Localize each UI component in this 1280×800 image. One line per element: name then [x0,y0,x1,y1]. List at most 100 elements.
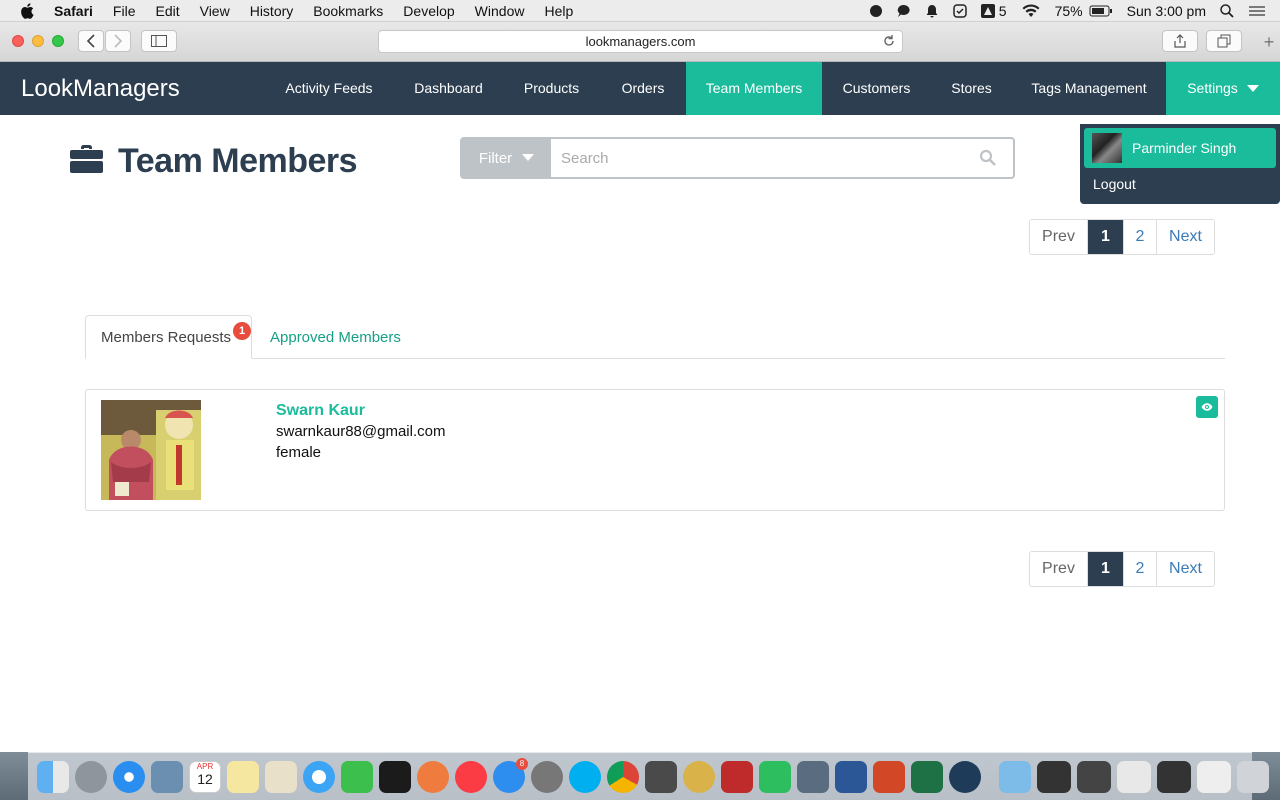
menu-view[interactable]: View [200,0,230,22]
member-gender: female [276,444,322,461]
tabs-overview-button[interactable] [1206,30,1242,52]
nav-orders[interactable]: Orders [600,62,686,115]
pagination-page-1[interactable]: 1 [1087,552,1123,586]
sublime-text-icon[interactable] [645,760,677,793]
wifi-icon[interactable] [1021,4,1041,18]
contacts-icon[interactable] [265,760,297,793]
new-tab-button[interactable]: + [1258,22,1280,62]
minimized-window-icon[interactable] [1197,760,1231,793]
calendar-icon[interactable]: APR 12 [189,760,221,793]
settings-label: Settings [1187,80,1238,96]
minimized-window-icon[interactable] [1117,760,1151,793]
safari-icon[interactable] [113,760,145,793]
menu-history[interactable]: History [250,0,294,22]
notification-center-icon[interactable] [1248,4,1266,18]
search-icon[interactable] [979,149,997,167]
launchpad-icon[interactable] [75,760,107,793]
menu-file[interactable]: File [113,0,136,22]
filezilla-icon[interactable] [721,760,753,793]
preview-icon[interactable] [151,760,183,793]
reload-icon[interactable] [882,34,896,48]
pagination-next[interactable]: Next [1156,552,1214,586]
messages-icon[interactable] [303,760,335,793]
pagination-page-2[interactable]: 2 [1123,220,1156,254]
terminal-icon[interactable] [379,760,411,793]
minimized-window-icon[interactable] [1037,760,1071,793]
skype-icon[interactable] [569,760,601,793]
evernote-icon[interactable] [759,760,791,793]
sequel-pro-icon[interactable] [683,760,715,793]
zoom-window-button[interactable] [52,35,64,47]
close-window-button[interactable] [12,35,24,47]
menu-app-name[interactable]: Safari [54,0,93,22]
powerpoint-icon[interactable] [873,760,905,793]
member-photo[interactable] [101,400,201,500]
app-store-badge: 8 [516,757,528,770]
tab-members-requests[interactable]: Members Requests 1 [85,315,252,359]
itunes-icon[interactable] [455,760,487,793]
pagination-page-1[interactable]: 1 [1087,220,1123,254]
search-input[interactable] [551,139,979,177]
tab-approved-members[interactable]: Approved Members [270,315,401,359]
nav-tags-management[interactable]: Tags Management [1012,62,1166,115]
battery-icon[interactable] [1089,4,1113,18]
back-button[interactable] [78,30,104,52]
apple-menu-icon[interactable] [20,0,38,22]
spotlight-search-icon[interactable] [1220,4,1234,18]
nav-settings[interactable]: Settings [1166,62,1280,115]
xcode-tools-icon[interactable] [797,760,829,793]
sidebar-toggle-button[interactable] [141,30,177,52]
rocket-app-icon[interactable] [417,760,449,793]
finder-icon[interactable] [37,760,69,793]
system-preferences-icon[interactable] [531,760,563,793]
logout-link[interactable]: Logout [1093,176,1136,192]
dropdown-user-item[interactable]: Parminder Singh [1084,128,1276,168]
minimized-window-icon[interactable] [1157,760,1191,793]
menu-develop[interactable]: Develop [403,0,454,22]
sourcetree-icon[interactable] [949,760,981,793]
pagination-next[interactable]: Next [1156,220,1214,254]
address-bar[interactable]: lookmanagers.com [378,30,903,53]
trash-icon[interactable] [1237,760,1269,793]
excel-icon[interactable] [911,760,943,793]
facetime-icon[interactable] [341,760,373,793]
menu-help[interactable]: Help [544,0,573,22]
chrome-icon[interactable] [607,760,639,793]
nav-team-members[interactable]: Team Members [686,62,822,115]
user-avatar [1092,133,1122,163]
notes-icon[interactable] [227,760,259,793]
browser-toolbar: lookmanagers.com + [0,22,1280,62]
share-button[interactable] [1162,30,1198,52]
menu-bookmarks[interactable]: Bookmarks [313,0,383,22]
checkbox-tray-icon[interactable] [953,4,967,18]
menu-window[interactable]: Window [475,0,525,22]
nav-stores[interactable]: Stores [931,62,1012,115]
brand-logo[interactable]: LookManagers [21,62,180,115]
macos-menubar: Safari File Edit View History Bookmarks … [0,0,1280,22]
nav-activity-feeds[interactable]: Activity Feeds [265,62,393,115]
minimize-window-button[interactable] [32,35,44,47]
pagination-prev[interactable]: Prev [1030,552,1087,586]
member-tabs: Members Requests 1 Approved Members [85,315,1225,359]
battery-percent[interactable]: 75% [1055,3,1083,19]
nav-dashboard[interactable]: Dashboard [394,62,503,115]
menu-edit[interactable]: Edit [155,0,179,22]
evernote-tray-icon[interactable] [869,4,883,18]
pagination-prev[interactable]: Prev [1030,220,1087,254]
forward-button[interactable] [105,30,131,52]
notification-bell-icon[interactable] [925,4,939,18]
chat-tray-icon[interactable] [897,4,911,18]
word-icon[interactable] [835,760,867,793]
view-member-button[interactable] [1196,396,1218,418]
minimized-window-icon[interactable] [1077,760,1111,793]
pagination-page-2[interactable]: 2 [1123,552,1156,586]
menubar-clock[interactable]: Sun 3:00 pm [1127,3,1206,19]
member-name[interactable]: Swarn Kaur [276,402,365,420]
nav-customers[interactable]: Customers [822,62,931,115]
filter-dropdown-button[interactable]: Filter [462,139,551,177]
adobe-tray[interactable]: 5 [980,3,1007,19]
nav-products[interactable]: Products [503,62,600,115]
pagination-bottom: Prev 1 2 Next [1029,551,1215,587]
downloads-folder-icon[interactable] [999,760,1031,793]
app-store-icon[interactable]: 8 [493,757,528,793]
